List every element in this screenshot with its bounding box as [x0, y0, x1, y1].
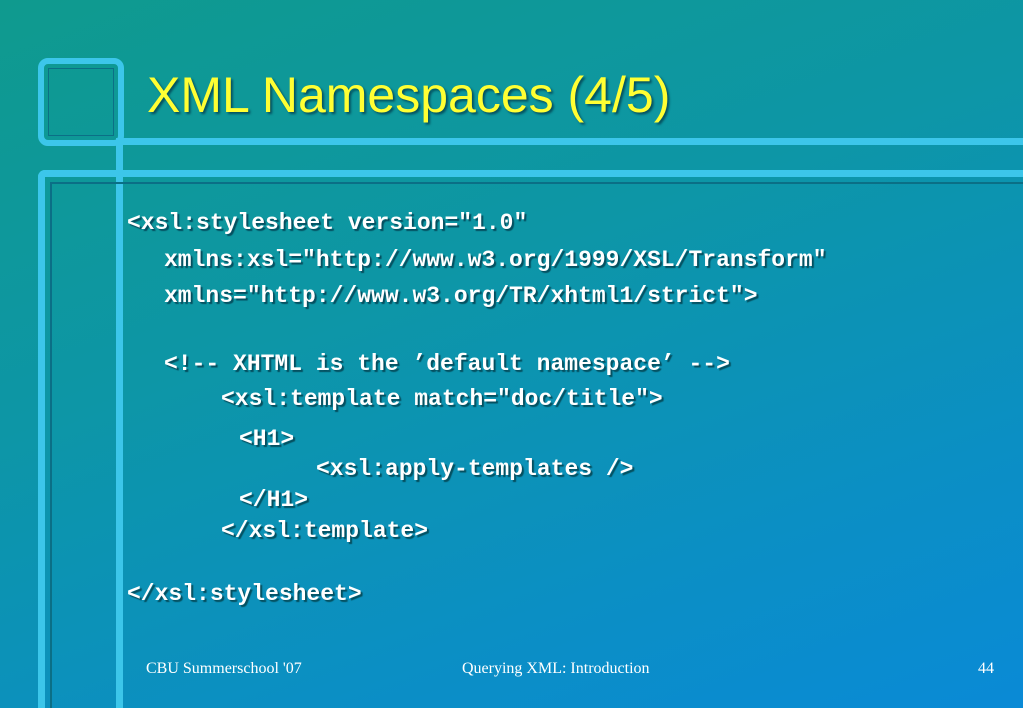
code-line-5: <xsl:template match="doc/title"> [221, 386, 663, 412]
frame-body-left-border [38, 170, 45, 708]
code-line-1: <xsl:stylesheet version="1.0" [127, 210, 528, 236]
code-line-3: xmlns="http://www.w3.org/TR/xhtml1/stric… [164, 283, 758, 309]
code-line-9: </xsl:template> [221, 518, 429, 544]
code-line-8: </H1> [239, 487, 309, 513]
slide: XML Namespaces (4/5) <xsl:stylesheet ver… [0, 0, 1023, 708]
frame-inner-horizontal-line [50, 182, 1023, 184]
code-line-10: </xsl:stylesheet> [127, 581, 362, 607]
footer-page-number: 44 [978, 660, 994, 677]
frame-inner-vertical-line [50, 182, 52, 708]
footer-event-name: CBU Summerschool '07 [146, 660, 302, 677]
frame-body-top-border [38, 170, 1023, 177]
frame-corner-inner-box [48, 68, 114, 136]
slide-title: XML Namespaces (4/5) [147, 67, 671, 123]
frame-title-underline [118, 138, 1023, 145]
code-line-2: xmlns:xsl="http://www.w3.org/1999/XSL/Tr… [164, 247, 827, 273]
frame-vertical-divider [116, 138, 123, 708]
code-line-4: <!-- XHTML is the ’default namespace’ --… [164, 351, 730, 377]
code-line-7: <xsl:apply-templates /> [316, 456, 634, 482]
footer-presentation-title: Querying XML: Introduction [462, 660, 650, 677]
code-line-6: <H1> [239, 426, 295, 452]
